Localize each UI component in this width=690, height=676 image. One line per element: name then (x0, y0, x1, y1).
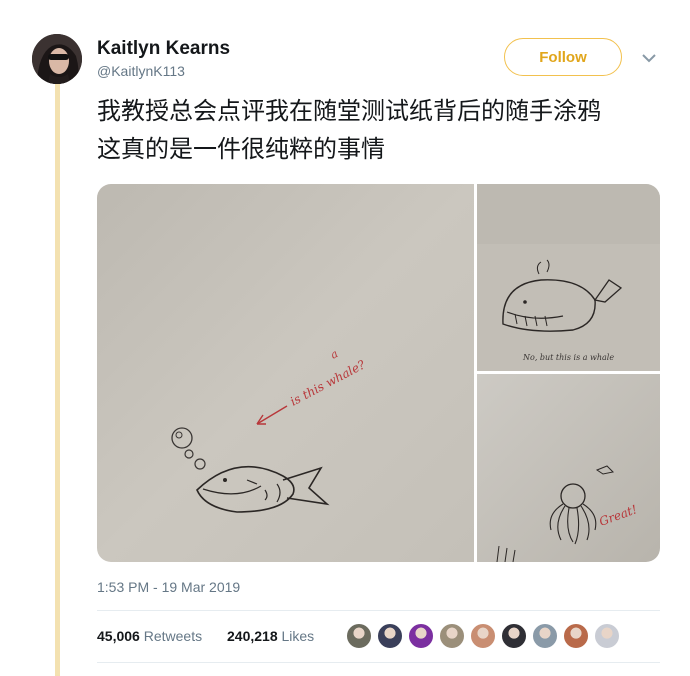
tweet-timestamp[interactable]: 1:53 PM - 19 Mar 2019 (97, 579, 240, 595)
chevron-down-icon[interactable] (639, 50, 659, 66)
avatar[interactable] (32, 34, 82, 84)
user-handle[interactable]: @KaitlynK113 (97, 63, 185, 79)
avatar-3-icon[interactable] (408, 623, 434, 649)
divider-top (97, 610, 660, 611)
avatar-4-icon[interactable] (439, 623, 465, 649)
divider-bottom (97, 662, 660, 663)
tweet-text-line-1: 我教授总会点评我在随堂测试纸背后的随手涂鸦 (97, 97, 601, 125)
avatar-5-icon[interactable] (470, 623, 496, 649)
photo2-note: No, but this is a whale (522, 353, 614, 362)
avatar-9-icon[interactable] (594, 623, 620, 649)
likes-count: 240,218 (227, 628, 278, 644)
photo-whale-doodle[interactable]: No, but this is a whale (477, 184, 660, 371)
avatar-6-icon[interactable] (501, 623, 527, 649)
likes-stat[interactable]: 240,218 Likes (227, 628, 314, 644)
avatar-8-icon[interactable] (563, 623, 589, 649)
avatar-1-icon[interactable] (346, 623, 372, 649)
tweet-text: 我教授总会点评我在随堂测试纸背后的随手涂鸦 这真的是一件很纯粹的事情 (97, 92, 685, 168)
display-name[interactable]: Kaitlyn Kearns (97, 38, 230, 60)
liker-avatars (346, 623, 625, 653)
thread-line (55, 84, 60, 676)
photo-fish-doodle[interactable]: is this whale? a (97, 184, 474, 562)
retweets-label: Retweets (143, 628, 203, 644)
photo-octopus-doodle[interactable]: Great! (477, 374, 660, 562)
avatar-7-icon[interactable] (532, 623, 558, 649)
media-grid: is this whale? a No, but this is a whale (97, 184, 660, 562)
avatar-photo (32, 34, 82, 84)
retweets-stat[interactable]: 45,006 Retweets (97, 628, 202, 644)
follow-button[interactable]: Follow (504, 38, 622, 76)
tweet-text-line-2: 这真的是一件很纯粹的事情 (97, 135, 385, 163)
retweets-count: 45,006 (97, 628, 140, 644)
avatar-2-icon[interactable] (377, 623, 403, 649)
likes-label: Likes (281, 628, 315, 644)
